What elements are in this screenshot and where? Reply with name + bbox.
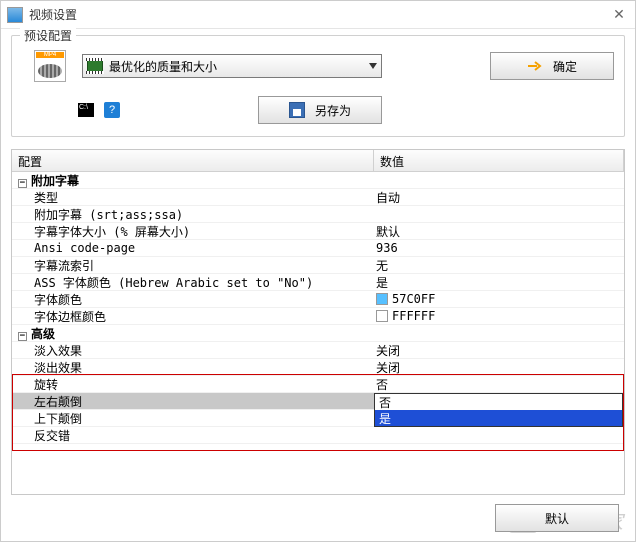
preset-group: 预设配置 最优化的质量和大小 确定 ? 另存为 xyxy=(11,35,625,137)
preset-legend: 预设配置 xyxy=(20,27,76,44)
color-swatch xyxy=(376,293,388,305)
dropdown-list[interactable]: 否是 xyxy=(374,393,623,427)
dropdown-option[interactable]: 是 xyxy=(375,410,622,426)
property-label: 淡入效果 xyxy=(12,342,374,359)
group-row[interactable]: −高级 xyxy=(12,325,624,342)
property-value[interactable]: 无 xyxy=(374,257,624,274)
property-label: 附加字幕 (srt;ass;ssa) xyxy=(12,206,374,223)
help-icon[interactable]: ? xyxy=(104,102,120,118)
property-label: Ansi code-page xyxy=(12,241,374,255)
value-text: 57C0FF xyxy=(392,292,435,306)
property-value[interactable]: 默认 xyxy=(374,223,624,240)
property-row[interactable]: ASS 字体颜色 (Hebrew Arabic set to "No")是 xyxy=(12,274,624,291)
property-label: ASS 字体颜色 (Hebrew Arabic set to "No") xyxy=(12,274,374,291)
property-row[interactable]: 淡出效果关闭 xyxy=(12,359,624,376)
preset-dropdown[interactable]: 最优化的质量和大小 xyxy=(82,54,382,78)
property-value[interactable]: 关闭 xyxy=(374,359,624,376)
grid-body[interactable]: −附加字幕类型自动附加字幕 (srt;ass;ssa)字幕字体大小 (% 屏幕大… xyxy=(12,172,624,494)
property-value[interactable]: 自动 xyxy=(374,189,624,206)
property-row[interactable]: 反交错 xyxy=(12,427,624,444)
film-icon xyxy=(87,59,103,73)
grid-header: 配置 数值 xyxy=(12,150,624,172)
value-text: FFFFFF xyxy=(392,309,435,323)
property-row[interactable]: 字幕字体大小 (% 屏幕大小)默认 xyxy=(12,223,624,240)
saveas-label: 另存为 xyxy=(315,102,351,119)
ok-button[interactable]: 确定 xyxy=(490,52,614,80)
property-label: 反交错 xyxy=(12,427,374,444)
save-as-button[interactable]: 另存为 xyxy=(258,96,382,124)
property-row[interactable]: 附加字幕 (srt;ass;ssa) xyxy=(12,206,624,223)
property-value[interactable]: FFFFFF xyxy=(374,309,624,323)
dropdown-option[interactable]: 否 xyxy=(375,394,622,410)
value-text: 默认 xyxy=(376,223,400,240)
color-swatch xyxy=(376,310,388,322)
property-row[interactable]: 字体颜色 57C0FF xyxy=(12,291,624,308)
video-settings-window: 视频设置 ✕ 预设配置 最优化的质量和大小 确定 ? 另存为 xyxy=(0,0,636,542)
collapse-icon[interactable]: − xyxy=(18,332,27,341)
property-value[interactable]: 关闭 xyxy=(374,342,624,359)
cmd-icon[interactable] xyxy=(78,103,94,117)
default-button[interactable]: 默认 xyxy=(495,504,619,532)
property-value[interactable]: 是 xyxy=(374,274,624,291)
header-value: 数值 xyxy=(374,150,624,171)
property-label: 淡出效果 xyxy=(12,359,374,376)
property-label: 旋转 xyxy=(12,376,374,393)
value-text: 自动 xyxy=(376,189,400,206)
property-row[interactable]: 字体边框颜色 FFFFFF xyxy=(12,308,624,325)
chevron-down-icon xyxy=(369,63,377,69)
property-label: 上下颠倒 xyxy=(12,410,374,427)
value-text: 关闭 xyxy=(376,342,400,359)
ok-label: 确定 xyxy=(553,58,577,75)
footer: 系统之家 默认 xyxy=(1,495,635,541)
header-property: 配置 xyxy=(12,150,374,171)
app-icon xyxy=(7,7,23,23)
property-row[interactable]: 淡入效果关闭 xyxy=(12,342,624,359)
window-title: 视频设置 xyxy=(29,6,609,23)
property-grid: 配置 数值 −附加字幕类型自动附加字幕 (srt;ass;ssa)字幕字体大小 … xyxy=(11,149,625,495)
group-row[interactable]: −附加字幕 xyxy=(12,172,624,189)
mp4-format-icon xyxy=(34,50,66,82)
property-label: 左右颠倒 xyxy=(12,393,374,410)
value-text: 936 xyxy=(376,241,398,255)
property-value[interactable]: 936 xyxy=(374,241,624,255)
property-value[interactable]: 否 xyxy=(374,376,624,393)
value-text: 是 xyxy=(376,274,388,291)
value-text: 无 xyxy=(376,257,388,274)
property-value[interactable]: 57C0FF xyxy=(374,292,624,306)
property-row[interactable]: Ansi code-page936 xyxy=(12,240,624,257)
property-label: 字幕字体大小 (% 屏幕大小) xyxy=(12,223,374,240)
title-bar: 视频设置 ✕ xyxy=(1,1,635,29)
property-row[interactable]: 字幕流索引无 xyxy=(12,257,624,274)
property-label: 字幕流索引 xyxy=(12,257,374,274)
close-button[interactable]: ✕ xyxy=(609,5,629,25)
property-row[interactable]: 类型自动 xyxy=(12,189,624,206)
floppy-icon xyxy=(289,102,305,118)
arrow-right-icon xyxy=(527,60,543,72)
preset-selected-label: 最优化的质量和大小 xyxy=(109,58,369,75)
property-label: 字体边框颜色 xyxy=(12,308,374,325)
default-label: 默认 xyxy=(545,510,569,527)
property-label: 字体颜色 xyxy=(12,291,374,308)
value-text: 关闭 xyxy=(376,359,400,376)
collapse-icon[interactable]: − xyxy=(18,179,27,188)
value-text: 否 xyxy=(376,376,388,393)
property-label: 类型 xyxy=(12,189,374,206)
property-row[interactable]: 旋转否 xyxy=(12,376,624,393)
